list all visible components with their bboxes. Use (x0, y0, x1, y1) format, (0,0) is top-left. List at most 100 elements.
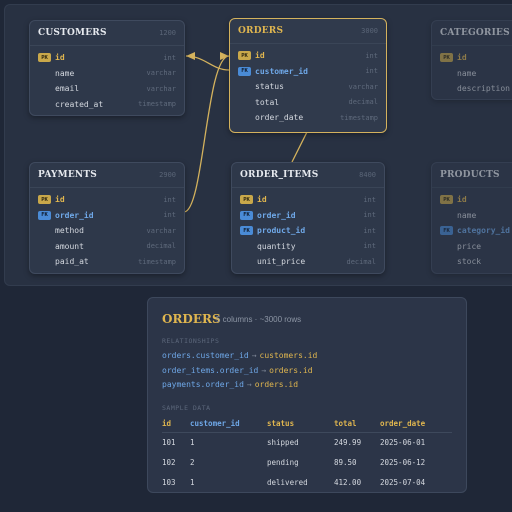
column-row[interactable]: PK id (432, 192, 512, 208)
table-header[interactable]: CATEGORIES (432, 21, 512, 46)
table-cell: 103 (162, 478, 176, 487)
table-cell: 89.50 (334, 458, 357, 467)
relationship-from: orders.customer_id (162, 351, 249, 360)
relationship-from: payments.order_id (162, 380, 244, 389)
column-row[interactable]: PK id (432, 50, 512, 66)
column-name: name (457, 68, 477, 78)
key-badge-empty (238, 98, 251, 107)
column-row[interactable]: stock (432, 254, 512, 270)
column-type: timestamp (138, 257, 176, 266)
table-products[interactable]: PRODUCTS PK id name FK category_idprice stock (431, 162, 512, 274)
column-type: int (163, 53, 176, 62)
column-row[interactable]: price (432, 239, 512, 255)
table-cell: 1 (190, 478, 195, 487)
column-header: customer_id (190, 415, 267, 433)
column-name: price (457, 241, 482, 251)
table-header[interactable]: PRODUCTS (432, 163, 512, 188)
row-count: 3000 (361, 27, 378, 35)
column-header: status (267, 415, 334, 433)
column-name: id (255, 51, 265, 61)
column-row[interactable]: amount decimal (30, 239, 184, 255)
table-order-items[interactable]: ORDER_ITEMS 8400 PK id int FK order_id int FK p… (231, 162, 385, 274)
column-row[interactable]: name (432, 66, 512, 82)
column-row[interactable]: method varchar (30, 223, 184, 239)
relationship-to: customers.id (259, 351, 318, 360)
column-row[interactable]: PK id int (232, 192, 384, 208)
table-detail-panel: ORDERS 5 columns · ~3000 rows RELATIONSH… (147, 297, 467, 493)
column-name: method (55, 226, 84, 236)
table-payments[interactable]: PAYMENTS 2900 PK id int FK order_id int method… (29, 162, 185, 274)
table-name: PAYMENTS (38, 170, 97, 180)
column-name: description (457, 84, 510, 94)
column-row[interactable]: FK customer_id int (230, 64, 386, 80)
column-name: unit_price (257, 257, 306, 267)
column-row[interactable]: FK product_id int (232, 223, 384, 239)
column-name: stock (457, 257, 482, 267)
key-badge-empty (38, 84, 51, 93)
key-badge-empty (240, 257, 253, 266)
relationship-arrow: → (261, 366, 267, 375)
column-row[interactable]: FK order_id int (30, 208, 184, 224)
column-name: id (55, 53, 65, 63)
column-type: timestamp (340, 113, 378, 122)
sample-data-table: id customer_id status total order_date 1… (162, 415, 452, 493)
primary-key-badge: PK (240, 195, 253, 205)
column-row[interactable]: name (432, 208, 512, 224)
column-name: customer_id (255, 66, 308, 76)
relationship-item[interactable]: order_items.order_id → orders.id (162, 366, 313, 375)
sample-data-label: SAMPLE DATA (162, 404, 211, 412)
primary-key-badge: PK (440, 53, 453, 63)
column-row[interactable]: name varchar (30, 66, 184, 82)
relationship-from: order_items.order_id (162, 366, 259, 375)
column-name: paid_at (55, 257, 89, 267)
column-row[interactable]: quantity int (232, 239, 384, 255)
relationship-item[interactable]: payments.order_id → orders.id (162, 380, 298, 389)
table-header[interactable]: CUSTOMERS 1200 (30, 21, 184, 46)
table-cell: 412.00 (334, 478, 362, 487)
column-type: int (163, 195, 176, 204)
sample-header-row: id customer_id status total order_date (162, 415, 452, 433)
column-name: id (55, 195, 65, 205)
relationship-item[interactable]: orders.customer_id → customers.id (162, 351, 317, 360)
relationship-to: orders.id (254, 380, 299, 389)
column-type: decimal (346, 257, 376, 266)
column-row[interactable]: FK category_id (432, 223, 512, 239)
column-type: varchar (146, 69, 176, 78)
column-row[interactable]: created_at timestamp (30, 97, 184, 113)
column-type: varchar (146, 84, 176, 93)
column-row[interactable]: PK id int (230, 48, 386, 64)
row-count: 1200 (159, 29, 176, 37)
table-cell: 2 (190, 458, 195, 467)
column-row[interactable]: description (432, 81, 512, 97)
table-name: ORDER_ITEMS (240, 170, 319, 180)
table-customers[interactable]: CUSTOMERS 1200 PK id int name varchar email va… (29, 20, 185, 116)
table-orders[interactable]: ORDERS 3000 PK id int FK customer_id int statu… (229, 18, 387, 133)
column-row[interactable]: PK id int (30, 50, 184, 66)
table-categories[interactable]: CATEGORIES PK id name description (431, 20, 512, 100)
column-row[interactable]: total decimal (230, 95, 386, 111)
column-name: amount (55, 241, 84, 251)
foreign-key-badge: FK (440, 226, 453, 236)
column-name: order_id (55, 210, 94, 220)
column-row[interactable]: unit_price decimal (232, 254, 384, 270)
table-header[interactable]: PAYMENTS 2900 (30, 163, 184, 188)
column-row[interactable]: email varchar (30, 81, 184, 97)
column-type: decimal (146, 242, 176, 251)
relationships-label: RELATIONSHIPS (162, 337, 220, 345)
key-badge-empty (440, 84, 453, 93)
table-header[interactable]: ORDERS 3000 (230, 19, 386, 44)
column-row[interactable]: FK order_id int (232, 208, 384, 224)
key-badge-empty (38, 242, 51, 251)
primary-key-badge: PK (440, 195, 453, 205)
column-row[interactable]: PK id int (30, 192, 184, 208)
table-name: PRODUCTS (440, 170, 500, 180)
column-row[interactable]: order_date timestamp (230, 110, 386, 126)
column-name: name (457, 210, 477, 220)
table-header[interactable]: ORDER_ITEMS 8400 (232, 163, 384, 188)
column-type: varchar (348, 82, 378, 91)
column-name: quantity (257, 241, 296, 251)
column-row[interactable]: status varchar (230, 79, 386, 95)
column-row[interactable]: paid_at timestamp (30, 254, 184, 270)
table-cell: 249.99 (334, 438, 362, 447)
column-header: order_date (380, 415, 452, 433)
